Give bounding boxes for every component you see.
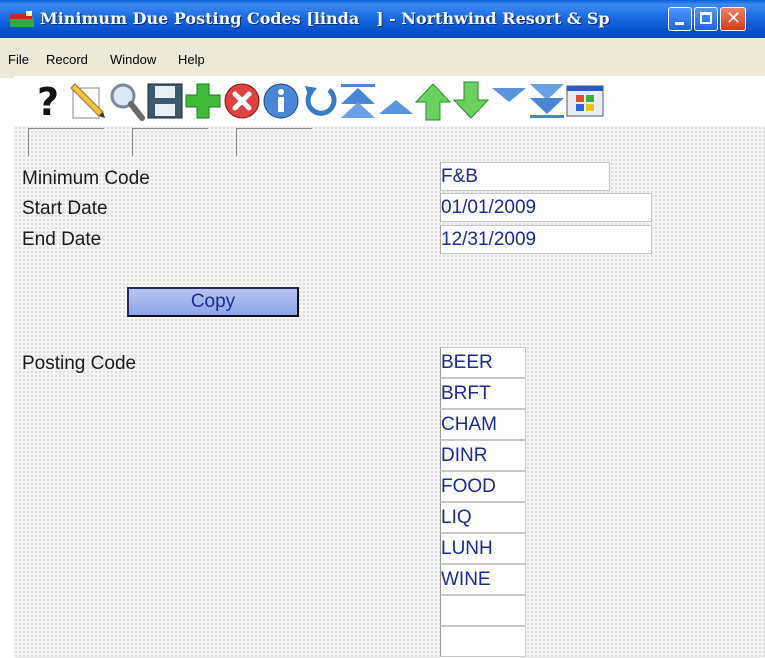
maximize-icon [700,12,712,24]
help-button[interactable]: ? [29,80,67,124]
status-box-3 [236,128,312,156]
undo-button[interactable] [301,80,339,122]
status-box-1 [28,128,104,156]
title-bar: Minimum Due Posting Codes [linda ] - Nor… [0,0,765,38]
end-date-field[interactable]: 12/31/2009 [440,225,652,254]
last-record-icon [530,84,564,118]
app-icon [10,11,34,27]
delete-icon [224,83,260,119]
menu-record[interactable]: Record [46,52,88,67]
copy-button[interactable]: Copy [127,287,299,317]
up-arrow-button[interactable] [414,80,452,122]
help-icon: ? [37,80,59,124]
posting-code-field[interactable]: FOOD [440,471,526,502]
menu-file[interactable]: File [8,52,29,67]
add-icon [185,83,221,119]
menu-help[interactable]: Help [178,52,205,67]
posting-code-field[interactable]: LUNH [440,533,526,564]
up-arrow-icon [414,83,452,121]
posting-code-field[interactable]: BRFT [440,378,526,409]
posting-code-field[interactable]: BEER [440,347,526,378]
start-date-field[interactable]: 01/01/2009 [440,193,652,222]
previous-record-icon [379,100,413,114]
svg-text:?: ? [37,80,59,122]
close-button[interactable]: ✕ [720,7,746,31]
first-record-button[interactable] [339,80,377,122]
down-arrow-icon [452,81,490,119]
end-date-label: End Date [22,229,102,250]
info-icon [263,83,299,119]
search-icon [110,83,145,121]
windows-button[interactable] [566,80,604,122]
minimum-code-label: Minimum Code [22,168,150,189]
add-button[interactable] [184,80,222,122]
window-title: Minimum Due Posting Codes [linda ] - Nor… [40,9,610,28]
start-date-label: Start Date [22,198,108,219]
edit-icon [70,83,105,119]
next-record-icon [492,88,526,102]
down-arrow-button[interactable] [452,80,490,122]
previous-record-button[interactable] [377,80,415,122]
toolbar: ? [14,76,765,126]
first-record-icon [341,84,375,118]
status-box-2 [132,128,208,156]
close-icon: ✕ [726,8,742,29]
posting-code-field[interactable] [440,595,526,626]
menu-window[interactable]: Window [110,52,156,67]
minimize-icon [675,22,684,25]
posting-code-field[interactable]: LIQ [440,502,526,533]
maximize-button[interactable] [694,7,718,31]
windows-icon [566,85,604,117]
posting-code-field[interactable]: CHAM [440,409,526,440]
form-area: Minimum Code F&B Start Date 01/01/2009 E… [14,126,765,658]
posting-code-field[interactable]: WINE [440,564,526,595]
minimize-button[interactable] [668,7,692,31]
info-button[interactable] [262,80,300,122]
undo-icon [305,86,337,116]
posting-code-field[interactable] [440,626,526,657]
menu-bar: File Record Window Help [0,38,765,78]
edit-button[interactable] [69,80,107,122]
search-button[interactable] [107,80,145,122]
posting-code-field[interactable]: DINR [440,440,526,471]
save-button[interactable] [146,80,184,122]
delete-button[interactable] [223,80,261,122]
save-icon [147,83,183,119]
minimum-code-field[interactable]: F&B [440,162,610,191]
posting-code-label: Posting Code [22,353,137,374]
next-record-button[interactable] [490,80,528,122]
last-record-button[interactable] [528,80,566,122]
